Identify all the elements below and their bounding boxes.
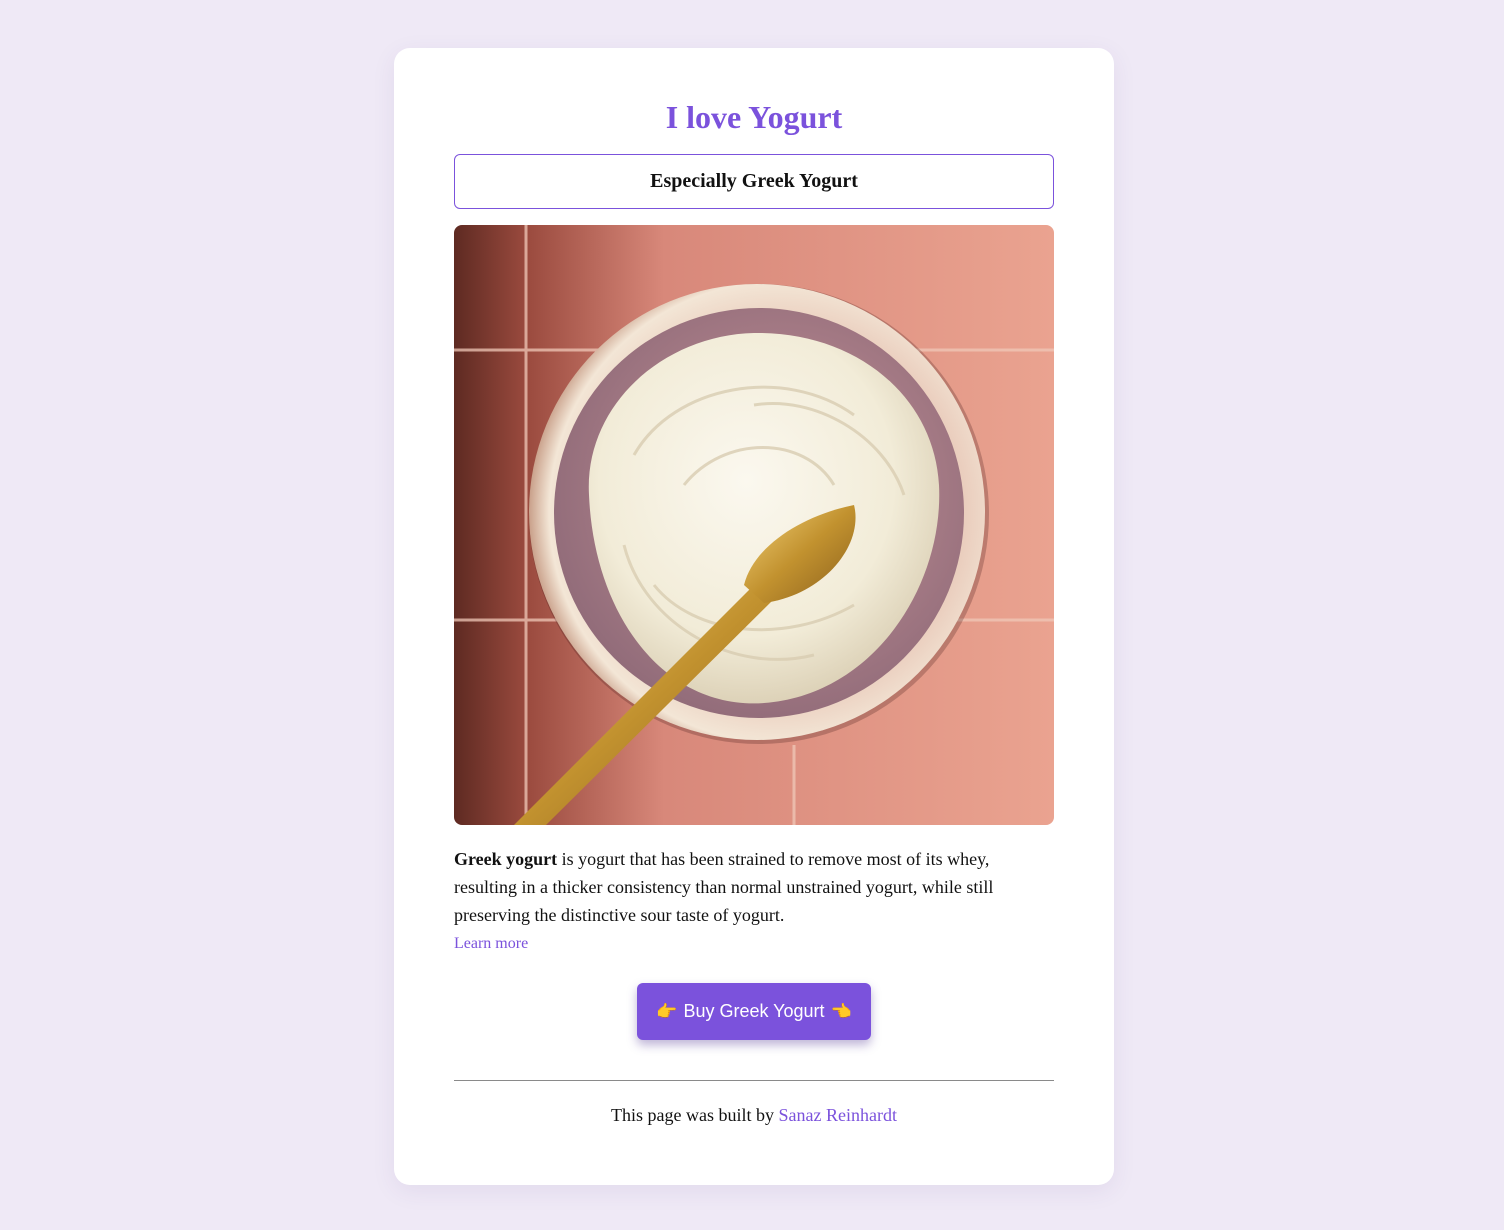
description: Greek yogurt is yogurt that has been str… <box>454 845 1054 929</box>
yogurt-photo <box>454 225 1054 825</box>
footer-divider <box>454 1080 1054 1081</box>
footer-prefix: This page was built by <box>611 1105 779 1125</box>
buy-button-label: Buy Greek Yogurt <box>683 1001 825 1021</box>
page-title: I love Yogurt <box>665 99 843 135</box>
description-term: Greek yogurt <box>454 849 558 869</box>
buy-greek-yogurt-button[interactable]: 👉 Buy Greek Yogurt 👈 <box>637 983 871 1040</box>
pointing-left-icon: 👈 <box>830 1001 852 1021</box>
cta-wrapper: 👉 Buy Greek Yogurt 👈 <box>454 983 1054 1040</box>
subtitle-box: Especially Greek Yogurt <box>454 154 1054 209</box>
pointing-right-icon: 👉 <box>656 1001 678 1021</box>
learn-more-link[interactable]: Learn more <box>454 935 528 953</box>
page-subtitle: Especially Greek Yogurt <box>650 170 858 192</box>
content-card: I love Yogurt Especially Greek Yogurt Gr… <box>394 48 1114 1185</box>
footer: This page was built by Sanaz Reinhardt <box>454 1105 1054 1126</box>
author-link[interactable]: Sanaz Reinhardt <box>779 1105 897 1125</box>
